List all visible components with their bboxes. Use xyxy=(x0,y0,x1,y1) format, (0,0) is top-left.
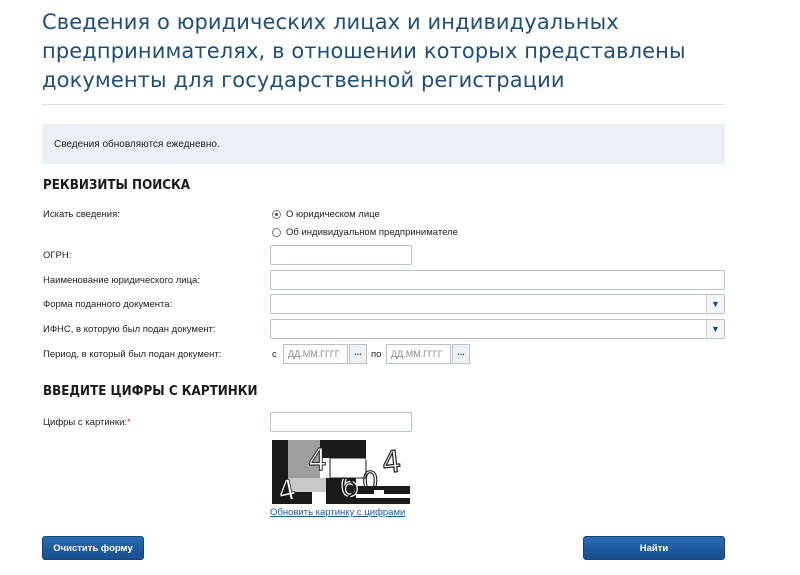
radio-individual-entrepreneur[interactable]: Об индивидуальном предпринимателе xyxy=(272,227,458,238)
radio-button[interactable] xyxy=(272,228,281,237)
calendar-to-button[interactable]: ... xyxy=(452,344,470,364)
chevron-down-icon[interactable]: ▼ xyxy=(706,295,724,313)
search-for-label: Искать сведения: xyxy=(43,209,120,220)
ogrn-label: ОГРН: xyxy=(43,250,72,261)
period-to-label: по xyxy=(371,349,382,360)
captcha-digit: 4 xyxy=(380,444,403,481)
name-input[interactable] xyxy=(270,270,725,290)
ogrn-input[interactable] xyxy=(270,245,412,265)
info-text: Сведения обновляются ежедневно. xyxy=(54,139,220,150)
radio-legal-entity-label: О юридическом лице xyxy=(286,209,380,220)
captcha-section-title: ВВЕДИТЕ ЦИФРЫ С КАРТИНКИ xyxy=(43,384,258,399)
calendar-from-button[interactable]: ... xyxy=(349,344,367,364)
refresh-captcha-link[interactable]: Обновить картинку с цифрами xyxy=(270,507,405,518)
captcha-image: 4 4 6 0 4 xyxy=(270,436,412,506)
captcha-label: Цифры с картинки:* xyxy=(43,417,131,428)
ifns-select[interactable]: ▼ xyxy=(270,319,725,339)
date-to-input[interactable]: ДД.ММ.ГГГГ xyxy=(386,344,451,364)
radio-button-selected[interactable] xyxy=(272,210,281,219)
captcha-graphic: 4 4 6 0 4 xyxy=(270,436,412,506)
radio-legal-entity[interactable]: О юридическом лице xyxy=(272,209,380,220)
radio-individual-label: Об индивидуальном предпринимателе xyxy=(286,227,458,238)
captcha-label-text: Цифры с картинки: xyxy=(43,417,128,428)
clear-form-button[interactable]: Очистить форму xyxy=(42,536,144,560)
doc-form-select[interactable]: ▼ xyxy=(270,294,725,314)
captcha-digit: 4 xyxy=(308,443,327,478)
info-banner: Сведения обновляются ежедневно. xyxy=(42,124,725,164)
name-label: Наименование юридического лица: xyxy=(43,275,200,286)
submit-search-button[interactable]: Найти xyxy=(583,536,725,560)
date-from-input[interactable]: ДД.ММ.ГГГГ xyxy=(283,344,348,364)
captcha-digit: 6 xyxy=(340,469,359,504)
ifns-label: ИФНС, в которую был подан документ: xyxy=(43,324,216,335)
captcha-input[interactable] xyxy=(270,412,412,432)
captcha-digit: 0 xyxy=(362,467,379,497)
doc-form-label: Форма поданного документа: xyxy=(43,299,173,310)
required-mark: * xyxy=(127,417,131,428)
chevron-down-icon[interactable]: ▼ xyxy=(706,320,724,338)
period-label: Период, в который был подан документ: xyxy=(43,349,222,360)
page-title: Сведения о юридических лицах и индивидуа… xyxy=(42,10,686,92)
period-from-label: с xyxy=(272,349,277,360)
title-divider xyxy=(42,104,725,105)
search-section-title: РЕКВИЗИТЫ ПОИСКА xyxy=(43,178,191,193)
